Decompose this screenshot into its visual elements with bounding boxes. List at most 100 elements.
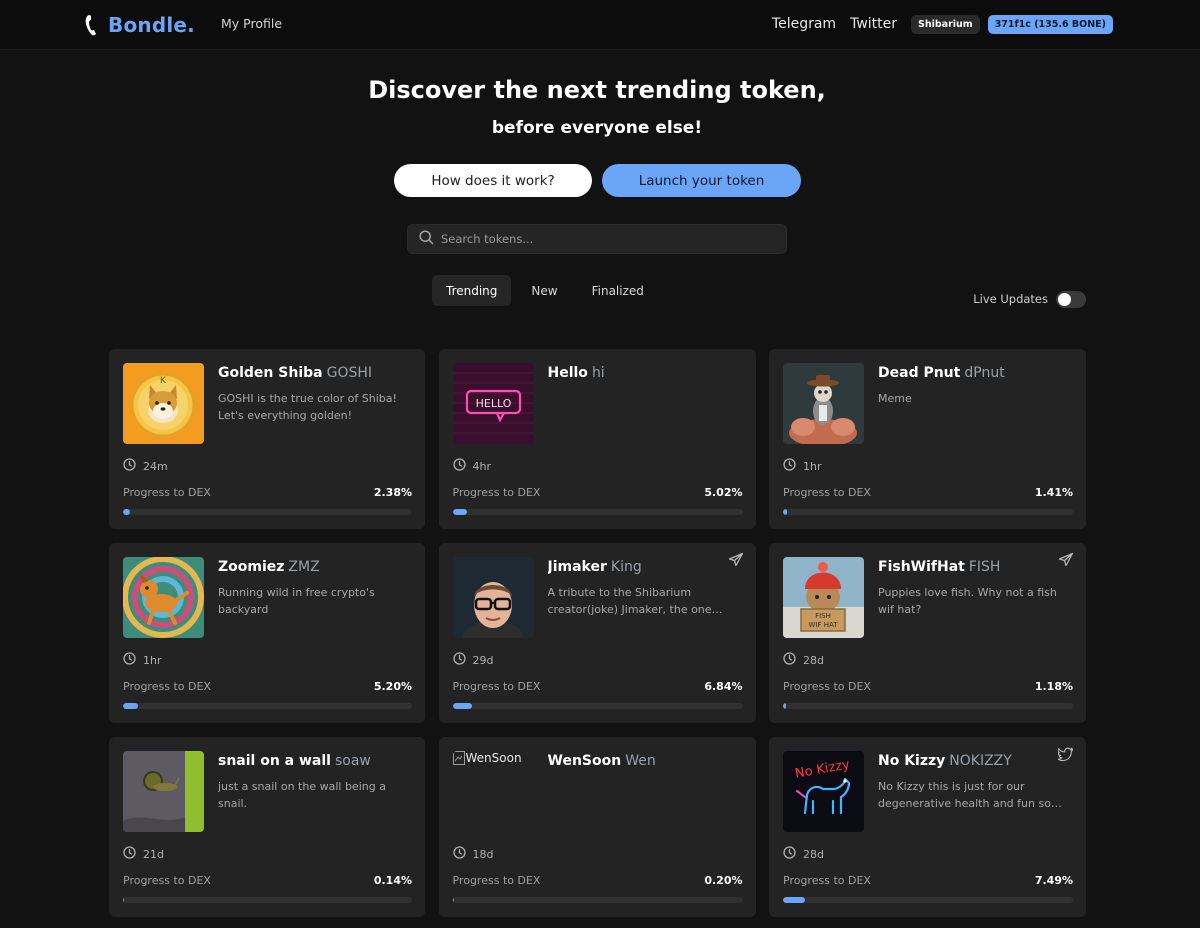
live-updates-label: Live Updates [973,292,1048,306]
my-profile-link[interactable]: My Profile [221,16,282,31]
token-description: Running wild in free crypto's backyard [218,586,375,616]
progress-fill [783,897,805,903]
telegram-link[interactable]: Telegram [772,16,836,32]
token-card[interactable]: Zoomiez ZMZ Running wild in free crypto's… [109,543,425,723]
how-it-works-button[interactable]: How does it work? [394,164,592,197]
token-age-text: 21d [143,847,164,861]
token-card[interactable]: WenSoon WenSoon Wen 18d Progress to DEX 0… [438,737,756,917]
progress-value: 5.02% [704,486,743,499]
progress-fill [783,509,788,515]
token-age-text: 18d [472,847,494,861]
broken-image: WenSoon [452,751,534,832]
progress-value: 7.49% [1034,874,1073,887]
token-grid: K Golden Shiba GOSHI GOSHI is the true co… [109,349,1086,917]
no-kizzy-image: No Kizzy [783,751,864,832]
network-badge[interactable]: Shibarium [911,14,980,34]
progress-label: Progress to DEX [452,680,541,693]
token-name: Hello [547,365,588,381]
token-age: 18d [452,846,494,862]
golden-shiba-image: K [123,363,204,444]
twitter-link[interactable]: Twitter [850,16,897,32]
token-card[interactable]: FISH WIF HAT FishWifHat FISH Puppies love… [769,543,1086,723]
progress-value: 5.20% [373,680,412,693]
logo[interactable]: Bondle. [84,12,195,38]
tab-new[interactable]: New [517,275,571,306]
token-title: Jimaker King [548,559,728,575]
nav-right: Telegram Twitter Shibarium 371f1c (135.6… [772,13,1113,35]
broken-image-alt-text: WenSoon [465,751,522,765]
progress-fill [452,897,454,903]
token-card[interactable]: Jimaker King A tribute to the Shibarium c… [438,543,756,723]
tab-trending[interactable]: Trending [432,275,512,306]
token-description: just a snail on the wall being a snail. [218,780,386,810]
progress-value: 0.14% [373,874,412,887]
search-input[interactable] [441,232,771,246]
token-name: WenSoon [547,753,622,769]
progress-fill [783,703,787,709]
clock-icon [452,652,466,668]
clock-icon [783,458,796,474]
token-age: 1hr [123,652,162,668]
wallet-button[interactable]: 371f1c (135.6 BONE) [987,14,1113,34]
progress-value: 1.18% [1034,680,1073,693]
progress-value: 1.41% [1034,486,1073,499]
clock-icon [452,846,466,862]
progress-label: Progress to DEX [452,486,541,499]
token-title: WenSoon Wen [548,753,728,769]
logo-text: Bondle. [108,13,195,37]
telegram-icon[interactable] [1058,552,1074,568]
token-name: Jimaker [547,559,607,575]
token-ticker: dPnut [964,365,1005,381]
search-icon [419,229,434,249]
launch-token-button[interactable]: Launch your token [602,164,801,197]
token-card[interactable]: Dead Pnut dPnut Meme 1hr Progress to DEX … [769,349,1086,529]
token-card[interactable]: K Golden Shiba GOSHI GOSHI is the true co… [109,349,425,529]
token-age-text: 24m [143,459,168,473]
token-ticker: GOSHI [326,365,373,381]
clock-icon [123,652,136,668]
token-title: snail on a wall soaw [218,753,398,769]
zoomiez-dog-image [123,557,204,638]
hello-neon-image: HELLO [452,363,534,444]
token-ticker: soaw [334,753,371,769]
progress-label: Progress to DEX [783,486,871,499]
token-age: 28d [783,652,824,667]
token-age-text: 4hr [472,459,492,473]
top-nav-bar: Bondle. My Profile Telegram Twitter Shib… [0,0,1200,50]
progress-bar [123,509,412,515]
telegram-icon[interactable] [728,552,744,568]
progress-label: Progress to DEX [123,874,211,887]
svg-text:FISH: FISH [815,612,831,620]
token-name: Golden Shiba [218,365,323,381]
progress-bar [783,897,1073,903]
progress-fill [123,897,125,903]
token-age-text: 1hr [803,459,822,473]
live-updates-toggle[interactable] [1056,290,1086,308]
token-card[interactable]: No Kizzy No Kizzy NOKIZZY No Kizzy this i… [769,737,1086,917]
progress-fill [123,509,130,515]
token-age: 24m [123,458,168,473]
token-name: No Kizzy [878,753,946,769]
twitter-icon[interactable] [1057,746,1074,762]
fishwifhat-image: FISH WIF HAT [783,557,864,638]
broken-image-icon [452,751,465,765]
phone-icon [84,13,100,37]
token-age: 28d [783,846,824,861]
token-card[interactable]: snail on a wall soaw just a snail on the … [109,737,425,917]
toggle-knob [1058,292,1071,306]
token-ticker: ZMZ [288,559,320,575]
token-ticker: FISH [968,559,1001,575]
tab-finalized[interactable]: Finalized [578,275,658,306]
token-card[interactable]: HELLO Hello hi 4hr Progress to DEX 5.02% [438,349,756,529]
token-title: Hello hi [548,365,728,381]
token-age: 1hr [783,458,822,474]
progress-label: Progress to DEX [783,680,871,693]
progress-bar [123,703,412,709]
token-title: FishWifHat FISH [878,559,1058,575]
progress-fill [452,509,468,515]
dead-pnut-image [783,363,864,444]
token-ticker: King [610,559,642,575]
token-description: Puppies love fish. Why not a fish wif ha… [878,586,1057,616]
token-age-text: 28d [803,847,824,861]
progress-fill [123,703,139,709]
